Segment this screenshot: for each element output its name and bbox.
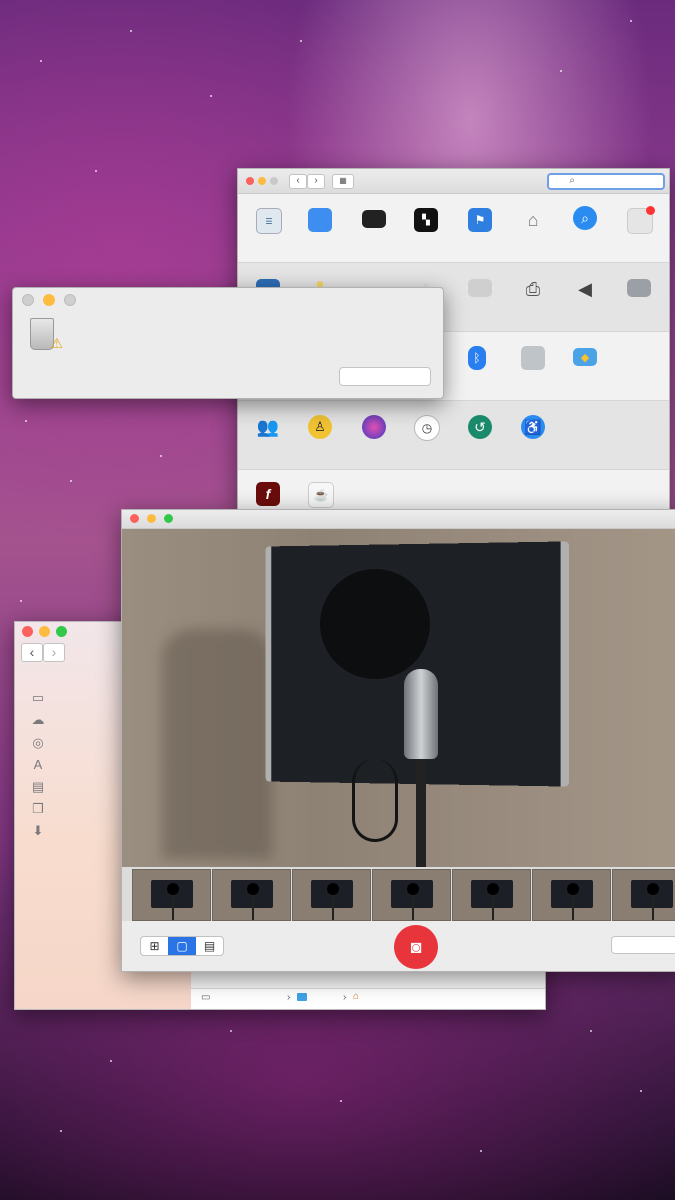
microphone <box>404 669 438 759</box>
forward-button[interactable]: › <box>307 174 325 189</box>
search-input[interactable] <box>547 173 665 190</box>
desktop-screensaver-icon[interactable]: ▚ <box>414 208 438 232</box>
drive-icon[interactable]: ▭ <box>30 690 46 706</box>
close-button-disabled <box>22 294 34 306</box>
flash-player-icon[interactable]: f <box>256 482 280 506</box>
thumbnail[interactable] <box>612 869 675 921</box>
trash-warning-icon: ⚠ <box>30 318 63 351</box>
zoom-button[interactable] <box>270 177 278 185</box>
accessibility-icon[interactable]: ♿ <box>521 415 545 439</box>
photo-booth-toolbar: ⊞ ▢ ▤ ◙ <box>122 921 675 971</box>
trackpad-icon[interactable] <box>468 279 492 297</box>
parental-controls-icon[interactable]: ♙ <box>308 415 332 439</box>
language-flag-icon[interactable]: ⚑ <box>468 208 492 232</box>
forward-button[interactable]: › <box>43 643 65 662</box>
date-time-icon[interactable]: ◷ <box>414 415 440 441</box>
zoom-button[interactable] <box>56 626 67 637</box>
users-groups-icon[interactable]: 👥 <box>256 415 280 439</box>
spotlight-search-icon[interactable]: ⌕ <box>573 206 597 230</box>
sharing-folder-icon[interactable]: ◆ <box>573 348 597 366</box>
thumbnail[interactable] <box>212 869 291 921</box>
thumbnail[interactable] <box>292 869 371 921</box>
thumbnail[interactable] <box>372 869 451 921</box>
filmstrip-view-button[interactable]: ▤ <box>196 937 223 955</box>
alert-dialog: ⚠ <box>12 287 444 399</box>
siri-icon[interactable] <box>362 415 386 439</box>
camera-icon: ◙ <box>410 937 422 957</box>
time-machine-icon[interactable]: ↺ <box>468 415 492 439</box>
file-new-one-icon[interactable]: ☰ <box>256 208 282 234</box>
take-photo-button[interactable]: ◙ <box>394 925 438 969</box>
minimize-button[interactable] <box>43 294 55 306</box>
warning-badge-icon: ⚠ <box>50 335 63 351</box>
extensions-icon[interactable] <box>521 346 545 370</box>
downloads-icon[interactable]: ⬇ <box>30 823 46 839</box>
close-button[interactable] <box>130 514 139 523</box>
notifications-icon[interactable] <box>627 206 655 234</box>
photo-booth-window: ⊞ ▢ ▤ ◙ <box>121 509 675 972</box>
zoom-button-disabled <box>64 294 76 306</box>
minimize-button[interactable] <box>39 626 50 637</box>
home-icon[interactable]: ⌂ <box>353 991 359 1002</box>
view-mode-segmented-control: ⊞ ▢ ▤ <box>140 936 224 956</box>
photo-booth-titlebar <box>122 510 675 529</box>
java-icon[interactable]: ☕ <box>308 482 334 508</box>
preferences-row-1: ☰ ▚ ⚑ ⌂ ⌕ <box>238 194 669 263</box>
startup-disk-icon[interactable] <box>627 279 651 297</box>
dialog-button[interactable] <box>339 367 431 386</box>
show-all-grid-button[interactable]: ▦ <box>332 174 354 189</box>
back-button[interactable]: ‹ <box>289 174 307 189</box>
filmstrip <box>122 867 675 921</box>
effects-button[interactable] <box>611 936 675 954</box>
hard-drive-icon[interactable]: ▭ <box>201 992 210 1003</box>
printer-icon[interactable]: ⎙ <box>521 277 545 301</box>
folder-icon[interactable] <box>297 993 307 1001</box>
single-view-button[interactable]: ▢ <box>168 937 196 955</box>
desktop-icon[interactable]: ▤ <box>30 779 46 795</box>
zoom-button[interactable] <box>164 514 173 523</box>
mission-control-icon[interactable] <box>362 210 386 228</box>
thumbnail[interactable] <box>132 869 211 921</box>
wall-shadow <box>162 629 272 859</box>
pop-filter <box>320 569 430 679</box>
security-house-icon[interactable]: ⌂ <box>521 208 545 232</box>
search-icon: ⌕ <box>569 175 575 186</box>
airdrop-icon[interactable]: ◎ <box>30 735 46 751</box>
path-chevron-icon: › <box>287 992 291 1003</box>
sound-speaker-icon[interactable]: ◀ <box>573 277 597 301</box>
bluetooth-icon[interactable]: ᛒ <box>468 346 486 370</box>
camera-preview <box>122 529 675 867</box>
close-button[interactable] <box>246 177 254 185</box>
thumbnail[interactable] <box>532 869 611 921</box>
minimize-button[interactable] <box>147 514 156 523</box>
mic-stand <box>416 759 426 867</box>
icloud-icon[interactable]: ☁ <box>30 712 46 728</box>
applications-icon[interactable]: A <box>30 757 46 773</box>
thumbnail[interactable] <box>452 869 531 921</box>
finder-path-bar: ▭ › › ⌂ <box>191 988 545 1009</box>
system-preferences-titlebar: ‹ › ▦ ⌕ <box>238 169 669 194</box>
path-chevron-icon: › <box>343 992 347 1003</box>
preferences-row-4: 👥 ♙ ◷ ↺ ♿ <box>238 401 669 470</box>
mic-cable <box>352 759 398 842</box>
back-button[interactable]: ‹ <box>21 643 43 662</box>
minimize-button[interactable] <box>258 177 266 185</box>
close-button[interactable] <box>22 626 33 637</box>
displays-blue-icon[interactable] <box>308 208 332 232</box>
documents-icon[interactable]: ❐ <box>30 801 46 817</box>
grid-view-button[interactable]: ⊞ <box>141 937 168 955</box>
